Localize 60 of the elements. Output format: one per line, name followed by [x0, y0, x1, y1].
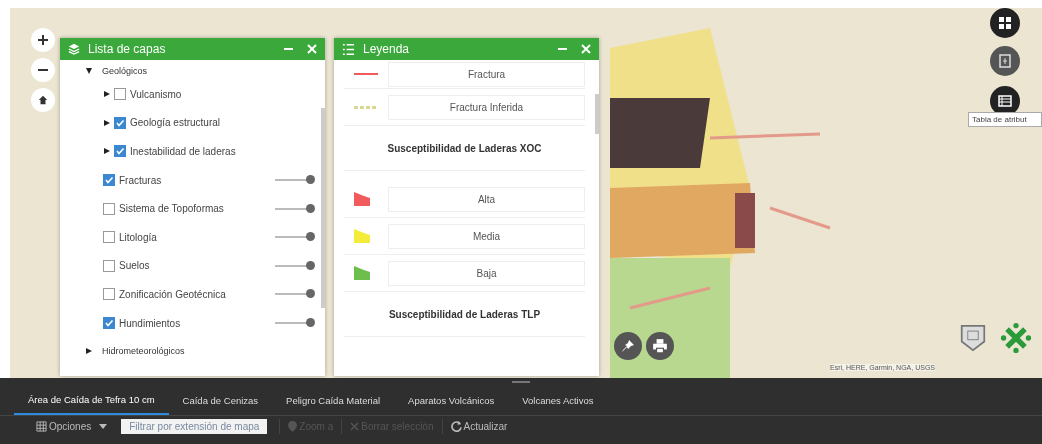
panel-title: Leyenda — [363, 42, 411, 56]
caret-icon — [99, 423, 108, 429]
layer-label[interactable]: Hundimientos — [119, 317, 271, 329]
layer-label[interactable]: Litología — [119, 231, 271, 243]
table-tab[interactable]: Aparatos Volcánicos — [394, 389, 509, 415]
pin-icon — [621, 339, 635, 353]
legend-heading: Susceptibilidad de Laderas TLP — [344, 292, 585, 337]
legend-label: Baja — [388, 260, 585, 286]
close-icon — [350, 421, 360, 431]
table-tab[interactable]: Peligro Caída Material — [272, 389, 395, 415]
layers-icon — [68, 43, 80, 55]
refresh-icon — [450, 420, 462, 432]
layer-label[interactable]: Suelos — [119, 260, 271, 272]
close-icon[interactable] — [307, 44, 317, 54]
checkbox[interactable] — [103, 288, 115, 301]
resize-handle[interactable] — [512, 381, 530, 383]
layer-group-label[interactable]: Geológicos — [102, 66, 148, 76]
checkbox[interactable] — [103, 231, 115, 244]
table-icon — [998, 94, 1012, 108]
table-tab[interactable]: Caída de Cenizas — [168, 389, 273, 415]
table-tab[interactable]: Volcanes Activos — [508, 389, 608, 415]
checkbox[interactable] — [114, 145, 126, 158]
legend-label: Fractura Inferida — [388, 94, 585, 120]
plus-icon — [37, 34, 49, 46]
options-menu-button[interactable]: Opciones — [28, 418, 116, 434]
table-grid-icon — [36, 420, 47, 432]
grid-icon — [998, 16, 1012, 30]
refresh-button[interactable]: Actualizar — [441, 418, 516, 434]
expand-arrow-icon[interactable] — [86, 68, 92, 74]
expand-arrow-icon[interactable] — [86, 348, 92, 355]
layer-label[interactable]: Geología estructural — [130, 117, 313, 129]
tooltip: Tabla de atribut — [968, 112, 1042, 127]
close-icon[interactable] — [581, 44, 591, 54]
scrollbar[interactable] — [321, 108, 325, 308]
checkbox[interactable] — [103, 317, 115, 330]
legend-label: Alta — [388, 186, 585, 212]
legend-label: Fractura — [388, 61, 585, 87]
legend-label: Media — [388, 223, 585, 249]
layer-label[interactable]: Zonificación Geotécnica — [119, 288, 271, 300]
shield-icon — [960, 324, 986, 352]
list-icon — [342, 42, 355, 56]
home-icon — [38, 95, 48, 105]
checkbox[interactable] — [114, 116, 126, 129]
layer-group-label[interactable]: Hidrometeorológicos — [102, 346, 185, 357]
checkbox[interactable] — [103, 174, 115, 187]
table-tab[interactable]: Área de Caída de Tefra 10 cm — [14, 389, 169, 415]
checkbox[interactable] — [114, 88, 126, 101]
layer-label[interactable]: Fracturas — [119, 174, 271, 186]
panel-title: Lista de capas — [88, 42, 167, 56]
checkbox[interactable] — [103, 259, 115, 272]
checkbox[interactable] — [103, 202, 115, 215]
layer-label[interactable]: Sistema de Topoformas — [119, 203, 271, 215]
layer-label[interactable]: Vulcanismo — [130, 88, 313, 100]
layer-label[interactable]: Inestabilidad de laderas — [130, 146, 313, 157]
emblem-icon — [1000, 322, 1032, 354]
location-pin-icon — [288, 420, 298, 432]
panel-icon — [998, 54, 1012, 68]
scrollbar[interactable] — [595, 94, 599, 134]
printer-icon — [652, 338, 668, 354]
legend-heading: Susceptibilidad de Laderas XOC — [344, 126, 585, 171]
